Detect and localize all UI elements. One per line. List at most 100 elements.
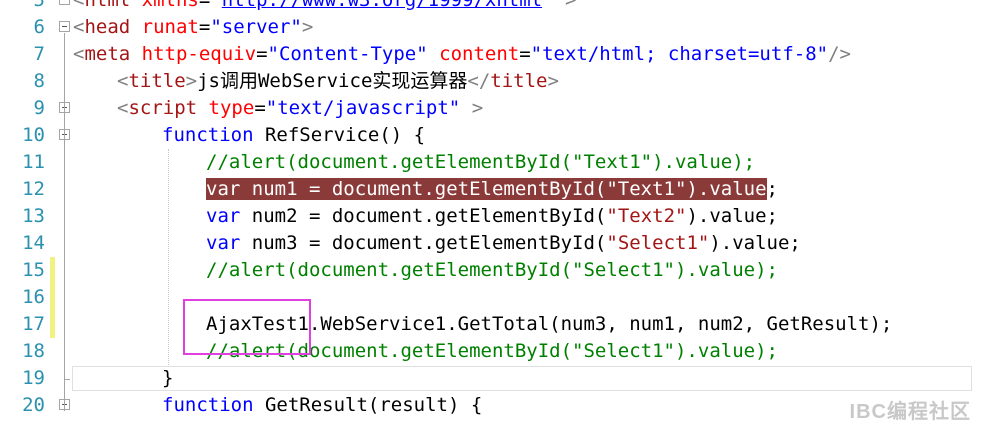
code-token: "text/html; charset=utf-8" <box>530 43 829 65</box>
code-text[interactable]: var num3 = document.getElementById("Sele… <box>206 230 801 257</box>
code-line[interactable]: 6 <head runat="server"> <box>0 14 985 41</box>
code-token: > <box>547 70 559 92</box>
code-token: "Content-Type" <box>267 43 428 65</box>
code-line[interactable]: 17 AjaxTest1.WebService1.GetTotal(num3, n… <box>0 311 985 338</box>
code-token: " <box>542 0 554 11</box>
code-token: "text/javascript" <box>265 97 461 119</box>
code-token: type <box>208 97 255 119</box>
code-token: > <box>185 70 198 92</box>
code-editor[interactable]: 5 <html xmlns="http://www.w3.org/1999/xht… <box>0 0 985 447</box>
code-text[interactable]: <title>js调用WebService实现运算器</title> <box>117 68 559 95</box>
code-line[interactable]: 14 var num3 = document.getElementById("Se… <box>0 230 985 257</box>
code-token: " <box>210 0 222 11</box>
code-token: script <box>128 97 198 119</box>
code-text[interactable]: <head runat="server"> <box>73 14 313 41</box>
code-token: = <box>519 43 531 65</box>
code-text[interactable]: //alert(document.getElementById("Text1")… <box>206 149 755 176</box>
change-indicator <box>50 257 55 284</box>
line-number: 5 <box>33 0 45 11</box>
code-token: meta <box>84 43 131 65</box>
code-token: > <box>301 16 314 38</box>
code-token: function <box>162 124 254 146</box>
code-token: var num1 = document.getElementById("Text… <box>206 178 767 200</box>
code-text[interactable]: <meta http-equiv="Content-Type" content=… <box>73 41 851 68</box>
line-number: 11 <box>22 151 45 173</box>
fold-guide <box>64 33 65 411</box>
code-line[interactable]: 12 var num1 = document.getElementById("Te… <box>0 176 985 203</box>
watermark: IBC编程社区 <box>849 401 971 423</box>
line-number: 6 <box>33 16 45 38</box>
code-token: < <box>73 43 85 65</box>
code-token: "Text2" <box>606 205 687 227</box>
code-text[interactable]: <script type="text/javascript" > <box>117 95 483 122</box>
line-number: 17 <box>22 313 45 335</box>
code-line[interactable]: 20 function GetResult(result) { <box>0 392 985 419</box>
code-text[interactable]: function RefService() { <box>162 122 425 149</box>
code-line[interactable]: 16 <box>0 284 985 311</box>
line-number: 15 <box>22 259 45 281</box>
change-indicator <box>50 311 55 338</box>
change-indicator <box>50 284 55 311</box>
code-token: var <box>206 205 241 227</box>
code-token: </ <box>467 70 491 92</box>
code-text[interactable]: var num2 = document.getElementById("Text… <box>206 203 778 230</box>
line-number: 13 <box>22 205 45 227</box>
code-line[interactable]: 9 <script type="text/javascript" > <box>0 95 985 122</box>
code-text[interactable]: var num1 = document.getElementById("Text… <box>206 176 778 203</box>
code-token: function <box>162 394 254 416</box>
code-token: js调用WebService实现运算器 <box>197 70 468 92</box>
code-token: "server" <box>210 16 302 38</box>
code-token: ).value; <box>709 232 801 254</box>
line-number: 8 <box>33 70 45 92</box>
line-number: 20 <box>22 394 45 416</box>
code-token: < <box>73 16 85 38</box>
code-line[interactable]: 11 //alert(document.getElementById("Text1… <box>0 149 985 176</box>
code-line[interactable]: 18//alert(document.getElementById("Selec… <box>0 338 985 365</box>
code-line[interactable]: 15 //alert(document.getElementById("Selec… <box>0 257 985 284</box>
code-token: > <box>471 97 484 119</box>
line-number: 14 <box>22 232 45 254</box>
code-token: GetResult(result) { <box>253 394 483 416</box>
highlight-box <box>183 299 311 355</box>
code-token: http://www.w3.org/1999/xhtml <box>221 0 543 11</box>
line-number: 16 <box>22 286 45 308</box>
code-token: //alert(document.getElementById("Text1")… <box>206 151 756 173</box>
code-token: num2 = document.getElementById( <box>240 205 607 227</box>
code-token: RefService() { <box>253 124 426 146</box>
code-token: ).value; <box>686 205 778 227</box>
collapse-icon[interactable] <box>59 21 70 32</box>
code-text[interactable]: function GetResult(result) { <box>162 392 482 419</box>
code-token: head <box>84 16 131 38</box>
code-text[interactable]: <html xmlns="http://www.w3.org/1999/xhtm… <box>73 0 576 14</box>
code-text[interactable]: //alert(document.getElementById("Select1… <box>206 257 778 284</box>
code-token: "Select1" <box>606 232 710 254</box>
code-token: < <box>73 0 85 11</box>
code-line[interactable]: 5 <html xmlns="http://www.w3.org/1999/xht… <box>0 0 985 14</box>
code-token: < <box>117 97 129 119</box>
code-token: http-equiv <box>141 43 257 65</box>
code-token: = <box>256 43 268 65</box>
code-token: //alert(document.getElementById("Select1… <box>206 259 778 281</box>
collapse-icon[interactable] <box>59 0 70 5</box>
code-line[interactable]: 7 <meta http-equiv="Content-Type" content… <box>0 41 985 68</box>
code-line[interactable]: 13 var num2 = document.getElementById("Te… <box>0 203 985 230</box>
code-token: ; <box>766 178 778 200</box>
code-token: > <box>564 0 577 11</box>
line-number: 18 <box>22 340 45 362</box>
line-number: 9 <box>33 97 45 119</box>
code-token: = <box>198 0 211 11</box>
code-token: xmlns <box>141 0 199 11</box>
code-token: title <box>128 70 186 92</box>
code-token: /> <box>828 43 851 65</box>
code-line[interactable]: 8 <title>js调用WebService实现运算器</title> <box>0 68 985 95</box>
code-line[interactable]: 10 function RefService() { <box>0 122 985 149</box>
line-number: 19 <box>22 367 45 389</box>
code-token: num3 = document.getElementById( <box>240 232 607 254</box>
code-token: = <box>254 97 266 119</box>
